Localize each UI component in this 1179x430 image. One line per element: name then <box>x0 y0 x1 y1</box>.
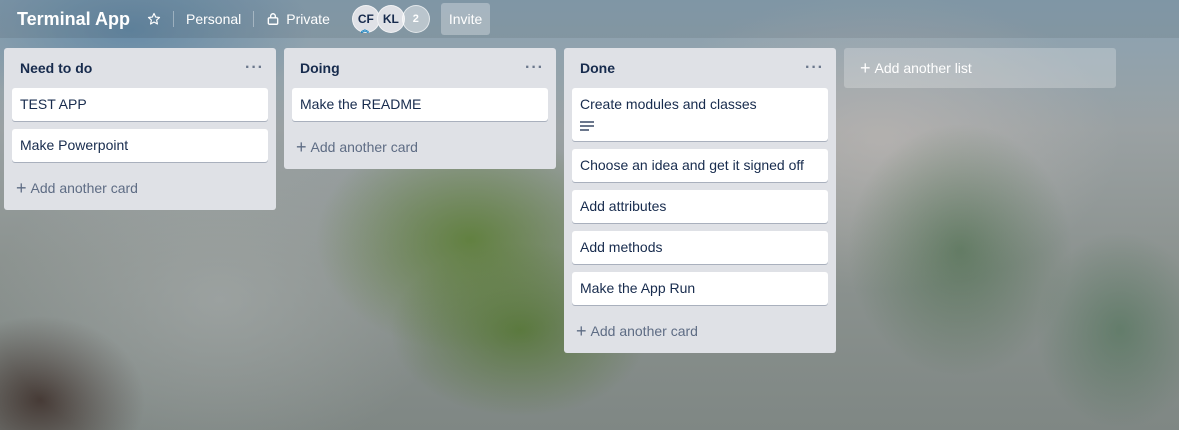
ellipsis-icon[interactable]: ··· <box>525 60 544 76</box>
card-title: Add attributes <box>580 198 667 214</box>
add-card-button[interactable]: + Add another card <box>12 170 268 206</box>
ellipsis-icon[interactable]: ··· <box>805 60 824 76</box>
member-count-badge[interactable]: 2 <box>401 5 430 33</box>
card-title: Add methods <box>580 239 663 255</box>
ellipsis-icon[interactable]: ··· <box>245 60 264 76</box>
plus-icon: + <box>860 58 871 78</box>
list-done: Done ··· Create modules and classes Choo… <box>564 48 836 353</box>
header-divider <box>253 11 255 27</box>
board-members: CF ︽ KL 2 <box>351 5 430 34</box>
invite-button[interactable]: Invite <box>440 3 491 35</box>
add-card-button[interactable]: + Add another card <box>572 313 828 349</box>
add-card-button[interactable]: + Add another card <box>292 129 548 165</box>
add-list-button[interactable]: + Add another list <box>844 48 1116 88</box>
add-list-label: Add another list <box>874 60 972 76</box>
list-title[interactable]: Need to do <box>20 60 92 76</box>
list-header: Need to do ··· <box>12 48 268 88</box>
admin-chevron-icon: ︽ <box>360 25 369 34</box>
add-card-label: Add another card <box>30 180 138 196</box>
avatar[interactable]: CF ︽ <box>351 5 380 34</box>
board-title[interactable]: Terminal App <box>8 3 139 35</box>
card-title: Make the README <box>300 96 422 112</box>
team-label: Personal <box>186 11 242 27</box>
star-button[interactable] <box>139 3 169 35</box>
add-card-label: Add another card <box>590 323 698 339</box>
card[interactable]: TEST APP <box>12 88 268 121</box>
card[interactable]: Add methods <box>572 231 828 264</box>
avatar-initials: KL <box>382 12 399 26</box>
team-button[interactable]: Personal <box>178 3 249 35</box>
plus-icon: + <box>576 321 587 341</box>
card-title: Choose an idea and get it signed off <box>580 157 804 173</box>
list-title[interactable]: Doing <box>300 60 340 76</box>
visibility-button[interactable]: Private <box>258 3 338 35</box>
list-need-to-do: Need to do ··· TEST APP Make Powerpoint … <box>4 48 276 210</box>
card[interactable]: Make the README <box>292 88 548 121</box>
card[interactable]: Add attributes <box>572 190 828 223</box>
card[interactable]: Create modules and classes <box>572 88 828 141</box>
card-title: Create modules and classes <box>580 96 757 112</box>
visibility-label: Private <box>286 11 330 27</box>
member-count: 2 <box>412 13 419 25</box>
star-icon <box>147 12 161 25</box>
card-title: TEST APP <box>20 96 87 112</box>
card-title: Make the App Run <box>580 280 696 296</box>
description-icon <box>580 121 594 131</box>
card[interactable]: Make Powerpoint <box>12 129 268 162</box>
board-header: Terminal App Personal Private CF ︽ KL 2 … <box>0 0 1179 38</box>
plus-icon: + <box>16 178 27 198</box>
lock-icon <box>267 13 279 25</box>
list-doing: Doing ··· Make the README + Add another … <box>284 48 556 169</box>
plus-icon: + <box>296 137 307 157</box>
card-title: Make Powerpoint <box>20 137 129 153</box>
avatar[interactable]: KL <box>376 5 405 33</box>
list-header: Doing ··· <box>292 48 548 88</box>
card[interactable]: Make the App Run <box>572 272 828 305</box>
list-header: Done ··· <box>572 48 828 88</box>
list-title[interactable]: Done <box>580 60 615 76</box>
header-divider <box>173 11 175 27</box>
add-card-label: Add another card <box>310 139 418 155</box>
card[interactable]: Choose an idea and get it signed off <box>572 149 828 182</box>
